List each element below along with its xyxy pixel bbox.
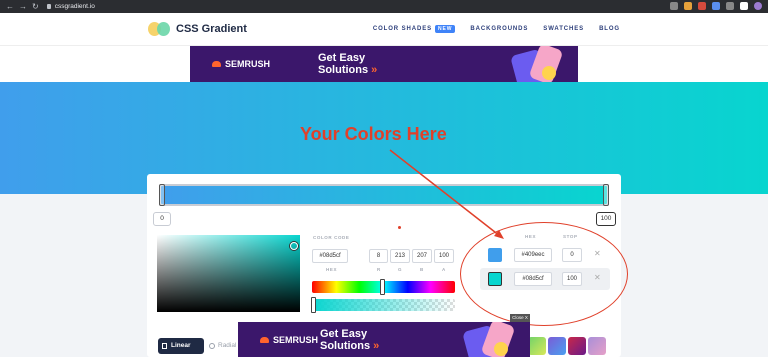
bottom-ad-banner[interactable]: SEMRUSH Get Easy Solutions » (238, 322, 530, 357)
ad-headline: Get Easy Solutions » (320, 328, 380, 352)
ad-brand: SEMRUSH (260, 335, 318, 345)
linear-type-button[interactable]: Linear (158, 338, 204, 354)
ad-illustration (462, 322, 522, 357)
preset-swatch[interactable] (568, 337, 586, 355)
preset-swatch[interactable] (548, 337, 566, 355)
preset-swatch[interactable] (588, 337, 606, 355)
radial-icon (209, 343, 215, 349)
semrush-logo-icon (260, 336, 269, 343)
annotation-arrow (389, 149, 504, 239)
linear-icon (162, 343, 167, 349)
preset-swatch[interactable] (528, 337, 546, 355)
ad-close-button[interactable]: Close X (510, 314, 530, 322)
